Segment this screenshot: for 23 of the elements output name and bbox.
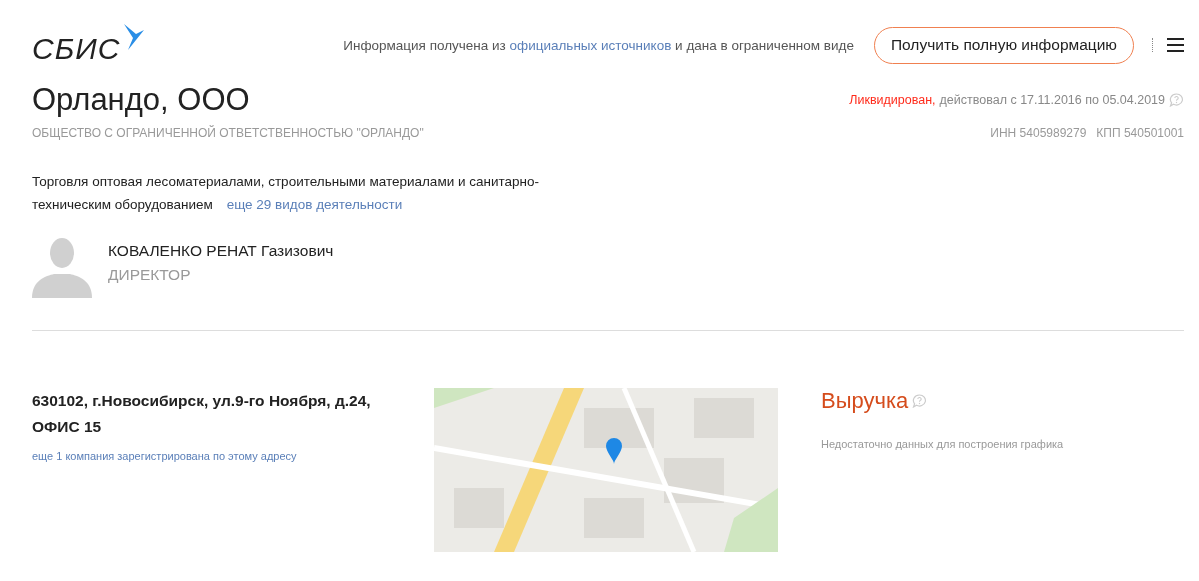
inn-text: ИНН 5405989279 — [990, 126, 1087, 140]
status-label: Ликвидирован, — [849, 93, 936, 107]
active-period: действовал с 17.11.2016 по 05.04.2019 — [939, 93, 1165, 107]
notice-text: Информация получена из официальных источников и дана в ограниченном виде — [343, 37, 854, 53]
revenue-title: Выручка — [821, 388, 909, 414]
director-role: ДИРЕКТОР — [108, 266, 192, 284]
sources-link[interactable]: официальных источников — [509, 37, 672, 53]
more-activities-link[interactable]: еще 29 видов деятельности — [226, 197, 403, 212]
bird-icon — [122, 24, 145, 50]
logo[interactable]: СБИС — [32, 32, 121, 66]
company-name: Орландо, ООО — [32, 82, 250, 118]
avatar-icon — [32, 236, 92, 298]
help-icon[interactable] — [912, 394, 928, 408]
revenue-note: Недостаточно данных для построения графика — [821, 438, 1064, 450]
kpp-text: КПП 540501001 — [1096, 126, 1184, 140]
address-text: 630102, г.Новосибирск, ул.9-го Ноября, д.24, ОФИС 15 — [32, 391, 372, 437]
same-address-link[interactable]: еще 1 компания зарегистрирована по этому адресу — [32, 450, 412, 462]
director-name: КОВАЛЕНКО РЕНАТ Газизович — [108, 242, 334, 260]
get-full-info-button[interactable]: Получить полную информацию — [873, 26, 1134, 64]
activity-text: Торговля оптовая лесоматериалами, строительными материалами и санитарно-техническим оборудованием еще 29 видов деятельности — [32, 173, 540, 214]
company-full-name: ОБЩЕСТВО С ОГРАНИЧЕННОЙ ОТВЕТСТВЕННОСТЬЮ "ОРЛАНДО" — [32, 126, 424, 140]
help-icon[interactable] — [1169, 93, 1184, 107]
menu-icon[interactable] — [1167, 38, 1184, 52]
